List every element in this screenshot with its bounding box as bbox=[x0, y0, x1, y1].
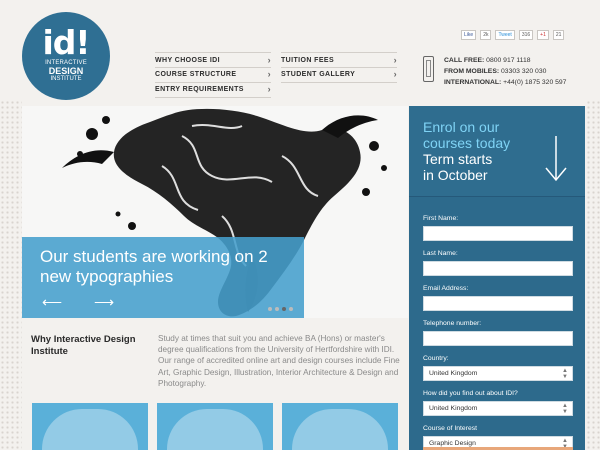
country-label: Country: bbox=[423, 355, 449, 362]
last-name-field[interactable] bbox=[423, 261, 573, 276]
slider-dot[interactable] bbox=[289, 307, 293, 311]
arrow-down-icon bbox=[545, 136, 567, 182]
nav-item-entry-requirements[interactable]: ENTRY REQUIREMENTS › bbox=[155, 82, 271, 98]
last-name-label: Last Name: bbox=[423, 250, 458, 257]
course-interest-label: Course of Interest bbox=[423, 425, 478, 432]
course-selected-value: Graphic Design bbox=[429, 440, 476, 447]
referral-source-select[interactable]: United Kingdom ▲ ▼ bbox=[423, 401, 573, 416]
select-updown-icon: ▲▼ bbox=[562, 403, 568, 415]
chevron-right-icon: › bbox=[393, 55, 397, 65]
background-dot-pattern bbox=[586, 100, 600, 450]
enrol-headline-line: courses today bbox=[423, 135, 511, 151]
referral-source-label: How did you find out about IDI? bbox=[423, 390, 518, 397]
slider-prev-next-arrows[interactable]: ⟵ ⟶ bbox=[42, 294, 128, 311]
chevron-right-icon: › bbox=[393, 69, 397, 79]
hero-banner: Our students are working on 2 new typogr… bbox=[22, 237, 304, 318]
term-starts-line: Term starts bbox=[423, 151, 493, 167]
referral-selected-value: United Kingdom bbox=[429, 405, 478, 412]
logo-line-3: INSTITUTE bbox=[50, 76, 82, 82]
chevron-right-icon: › bbox=[267, 84, 271, 94]
tweet-count: 316 bbox=[518, 30, 534, 40]
slider-dot[interactable] bbox=[275, 307, 279, 311]
facebook-like-button[interactable]: Like bbox=[461, 30, 477, 40]
email-label: Email Address: bbox=[423, 285, 469, 292]
nav-item-label: STUDENT GALLERY bbox=[281, 71, 356, 78]
first-name-label: First Name: bbox=[423, 215, 459, 222]
enrol-form: First Name: Last Name: Email Address: Te… bbox=[423, 214, 573, 450]
international-label: INTERNATIONAL: bbox=[444, 79, 502, 86]
nav-item-label: TUITION FEES bbox=[281, 57, 335, 64]
email-field[interactable] bbox=[423, 296, 573, 311]
international-number: +44(0) 1875 320 597 bbox=[503, 79, 567, 86]
gallery-thumbnail[interactable] bbox=[157, 403, 273, 450]
chevron-right-icon: › bbox=[267, 55, 271, 65]
term-starts-text: Term starts in October bbox=[423, 151, 492, 183]
slider-pagination bbox=[268, 307, 293, 311]
gallery-thumbnails bbox=[32, 403, 398, 450]
call-free-label: CALL FREE: bbox=[444, 57, 485, 64]
gallery-thumbnail[interactable] bbox=[32, 403, 148, 450]
nav-item-student-gallery[interactable]: STUDENT GALLERY › bbox=[281, 67, 397, 83]
slider-dot[interactable] bbox=[268, 307, 272, 311]
facebook-like-count: 2k bbox=[480, 30, 492, 40]
telephone-label: Telephone number: bbox=[423, 320, 482, 327]
nav-item-course-structure[interactable]: COURSE STRUCTURE › bbox=[155, 67, 271, 83]
contact-info: CALL FREE: 0800 917 1118 FROM MOBILES: 0… bbox=[444, 55, 566, 88]
google-plus-button[interactable]: +1 bbox=[537, 30, 549, 40]
mobiles-label: FROM MOBILES: bbox=[444, 68, 500, 75]
telephone-field[interactable] bbox=[423, 331, 573, 346]
first-name-field[interactable] bbox=[423, 226, 573, 241]
enrol-headline-line: Enrol on our bbox=[423, 119, 500, 135]
nav-item-tuition-fees[interactable]: TUITION FEES › bbox=[281, 52, 397, 68]
enrol-panel: Enrol on our courses today Term starts i… bbox=[409, 106, 585, 450]
enrol-headline: Enrol on our courses today bbox=[423, 119, 510, 151]
logo-mark: id! bbox=[42, 23, 91, 62]
hero-slider: Our students are working on 2 new typogr… bbox=[22, 106, 408, 318]
gallery-thumbnail[interactable] bbox=[282, 403, 398, 450]
mobile-phone-icon bbox=[423, 56, 434, 82]
mobiles-number: 03303 320 030 bbox=[501, 68, 547, 75]
nav-item-why-choose-idi[interactable]: WHY CHOOSE IDI › bbox=[155, 52, 271, 68]
idi-logo[interactable]: id! INTERACTIVE DESIGN INSTITUTE bbox=[22, 12, 110, 100]
slider-dot-active[interactable] bbox=[282, 307, 286, 311]
why-section-title: Why Interactive Design Institute bbox=[31, 334, 136, 357]
hero-title[interactable]: Our students are working on 2 new typogr… bbox=[40, 247, 290, 287]
background-dot-pattern bbox=[0, 100, 22, 450]
google-plus-count: 21 bbox=[552, 30, 565, 40]
social-buttons: Like 2k Tweet 316 +1 21 bbox=[461, 30, 565, 40]
nav-item-label: COURSE STRUCTURE bbox=[155, 71, 237, 78]
nav-item-label: ENTRY REQUIREMENTS bbox=[155, 86, 244, 93]
tweet-button[interactable]: Tweet bbox=[495, 30, 515, 40]
country-selected-value: United Kingdom bbox=[429, 370, 478, 377]
enrol-header: Enrol on our courses today Term starts i… bbox=[409, 106, 585, 197]
chevron-right-icon: › bbox=[267, 69, 271, 79]
country-select[interactable]: United Kingdom ▲ ▼ bbox=[423, 366, 573, 381]
nav-item-label: WHY CHOOSE IDI bbox=[155, 57, 220, 64]
logo-line-2: DESIGN bbox=[48, 66, 84, 76]
select-updown-icon: ▲▼ bbox=[562, 368, 568, 380]
why-section-text: Study at times that suit you and achieve… bbox=[158, 334, 400, 388]
call-free-number: 0800 917 1118 bbox=[486, 57, 531, 64]
term-starts-line: in October bbox=[423, 167, 488, 183]
